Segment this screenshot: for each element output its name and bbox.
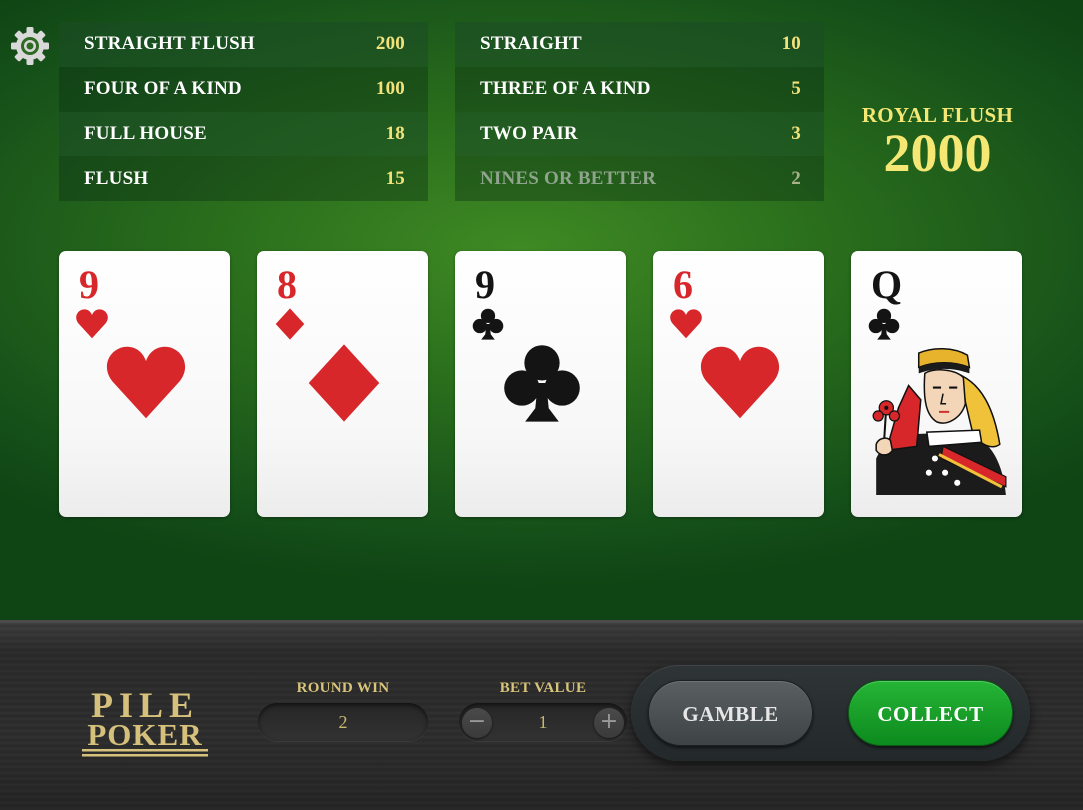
hand-name: STRAIGHT [480, 33, 582, 55]
royal-flush-jackpot: ROYAL FLUSH 2000 [845, 102, 1030, 183]
card-rank: 9 [79, 262, 99, 307]
hand-payout: 3 [791, 122, 801, 144]
gamble-button[interactable]: GAMBLE [648, 680, 813, 746]
hand-payout: 100 [375, 78, 405, 100]
paytable-row: TWO PAIR 3 [455, 111, 824, 157]
pile-poker-logo: PILE POKER [82, 685, 208, 757]
bet-value-label: BET VALUE [499, 680, 587, 696]
diamond-icon [308, 344, 380, 422]
heart-icon [106, 346, 186, 419]
collect-button[interactable]: COLLECT [848, 680, 1013, 746]
card-1[interactable]: 9 [59, 251, 230, 517]
gear-icon[interactable] [8, 24, 52, 68]
paytable-right: STRAIGHT 10 THREE OF A KIND 5 TWO PAIR 3… [455, 22, 824, 201]
hand-payout: 15 [385, 167, 405, 189]
royal-flush-value: 2000 [883, 123, 992, 183]
paytable-row: FOUR OF A KIND 100 [59, 67, 428, 112]
hand-name: FOUR OF A KIND [84, 78, 242, 100]
hand-payout: 18 [385, 122, 405, 144]
control-bar: PILE POKER ROUND WIN 2 BET VALUE 1 − + G… [0, 620, 1083, 810]
bet-decrease-button[interactable]: − [462, 708, 492, 738]
paytable-row: THREE OF A KIND 5 [455, 67, 824, 112]
hand-name: NINES OR BETTER [480, 167, 657, 189]
card-rank: Q [871, 262, 903, 307]
club-icon [472, 308, 504, 340]
paytable-row: FULL HOUSE 18 [59, 111, 428, 157]
queen-figure-icon [872, 348, 1007, 495]
hand-payout: 200 [375, 33, 405, 55]
diamond-icon [275, 308, 305, 340]
paytable-row: FLUSH 15 [59, 156, 428, 201]
card-rank: 8 [277, 262, 297, 307]
paytable-row: NINES OR BETTER 2 [455, 156, 824, 201]
heart-icon [700, 346, 780, 419]
card-3[interactable]: 9 [455, 251, 626, 517]
card-rank: 9 [475, 262, 495, 307]
round-win-field: 2 [258, 703, 428, 741]
logo-line-2: POKER [87, 717, 202, 752]
heart-icon [670, 309, 702, 339]
bet-increase-button[interactable]: + [594, 708, 624, 738]
card-5[interactable]: Q [851, 251, 1022, 517]
club-icon [504, 345, 580, 422]
hand-name: FLUSH [84, 167, 149, 189]
hand-payout: 10 [781, 33, 801, 55]
hand-name: TWO PAIR [480, 122, 578, 144]
card-rank: 6 [673, 262, 693, 307]
poker-table: STRAIGHT FLUSH 200 FOUR OF A KIND 100 FU… [0, 0, 1083, 620]
heart-icon [76, 309, 108, 339]
hand-payout: 5 [791, 78, 801, 100]
paytable-row: STRAIGHT 10 [455, 22, 824, 67]
hand-name: FULL HOUSE [84, 122, 207, 144]
paytable-row: STRAIGHT FLUSH 200 [59, 22, 428, 67]
paytable-left: STRAIGHT FLUSH 200 FOUR OF A KIND 100 FU… [59, 22, 428, 201]
club-icon [868, 308, 900, 340]
hand-name: STRAIGHT FLUSH [84, 33, 255, 55]
hand-name: THREE OF A KIND [480, 78, 651, 100]
action-button-panel: GAMBLE COLLECT [631, 665, 1030, 761]
hand-payout: 2 [791, 167, 801, 189]
card-2[interactable]: 8 [257, 251, 428, 517]
round-win-label: ROUND WIN [296, 680, 390, 696]
card-4[interactable]: 6 [653, 251, 824, 517]
